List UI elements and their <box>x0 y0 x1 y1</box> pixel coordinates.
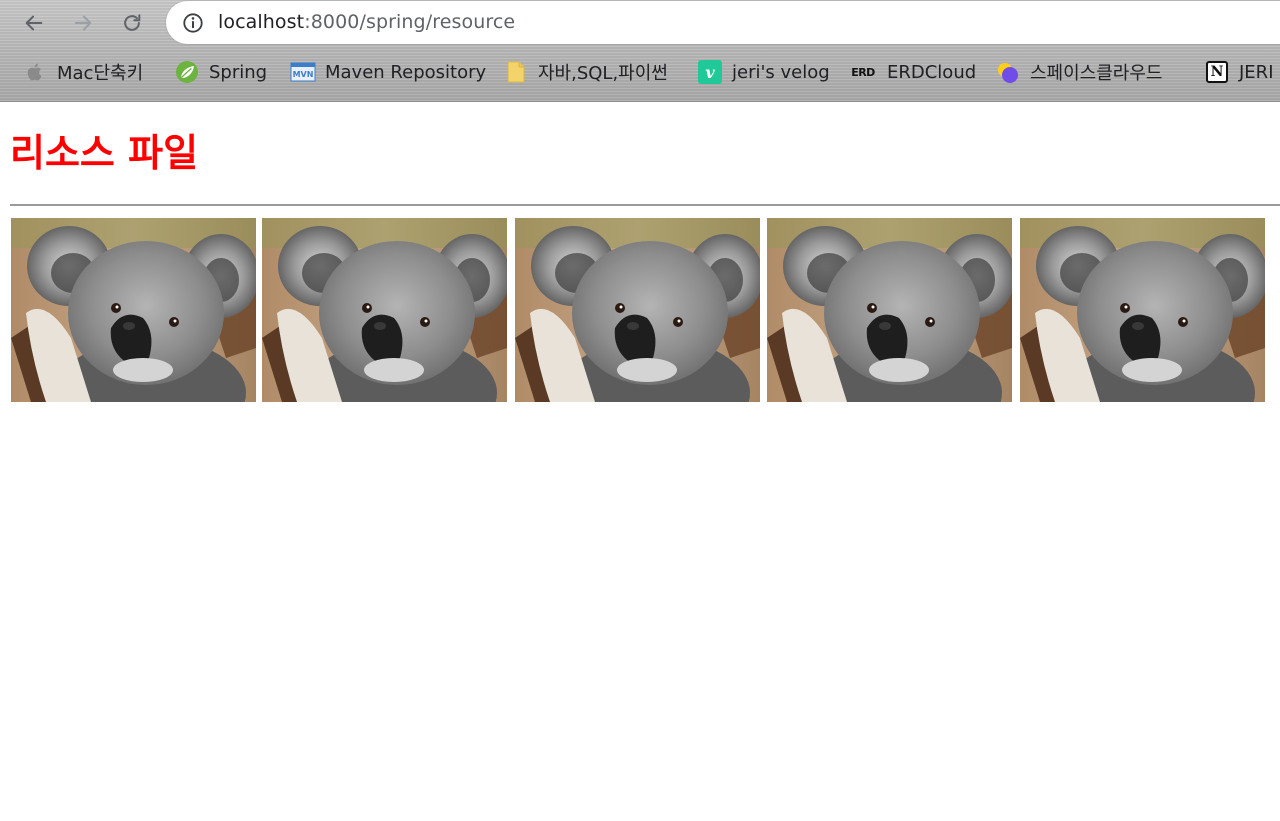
horizontal-rule <box>10 204 1280 206</box>
koala-image <box>1020 218 1265 402</box>
forward-button[interactable] <box>68 8 98 38</box>
koala-image <box>515 218 760 402</box>
koala-image-graphic <box>1020 218 1265 402</box>
erd-icon: ERD <box>848 59 878 85</box>
bookmark-label: 자바,SQL,파이썬 <box>538 63 668 84</box>
bookmark-jeri-notion[interactable]: N JERI <box>1204 58 1274 86</box>
bookmark-mac-shortcuts[interactable]: Mac단축키 <box>22 58 143 86</box>
koala-image <box>262 218 507 402</box>
erd-icon-text: ERD <box>851 65 875 79</box>
spacecloud-icon <box>995 59 1021 85</box>
bookmark-spacecloud[interactable]: 스페이스클라우드 <box>995 58 1162 86</box>
url-path: :8000/spring/resource <box>304 11 516 33</box>
folder-icon <box>503 59 529 85</box>
bookmark-folder-java-sql-python[interactable]: 자바,SQL,파이썬 <box>503 58 668 86</box>
bookmark-label: jeri's velog <box>732 61 830 83</box>
bookmark-maven-repository[interactable]: MVN Maven Repository <box>290 58 486 86</box>
page-title: 리소스 파일 <box>10 131 199 175</box>
address-bar[interactable]: localhost:8000/spring/resource <box>166 1 1280 44</box>
apple-icon <box>22 59 48 85</box>
bookmark-label: Maven Repository <box>325 61 487 83</box>
notion-icon: N <box>1204 59 1230 85</box>
bookmark-label: ERDCloud <box>887 61 977 83</box>
bookmark-label: JERI <box>1239 61 1274 83</box>
velog-icon: v <box>697 59 723 85</box>
browser-toolbar: localhost:8000/spring/resource <box>0 0 1280 46</box>
bookmark-label: Mac단축키 <box>57 63 144 84</box>
koala-image-graphic <box>262 218 507 402</box>
koala-image-graphic <box>11 218 256 402</box>
svg-text:MVN: MVN <box>293 70 314 79</box>
bookmark-label: Spring <box>209 61 268 83</box>
koala-image-graphic <box>767 218 1012 402</box>
svg-text:v: v <box>705 63 715 82</box>
bookmarks-bar: Mac단축키 Spring MVN Maven Repository 자바,SQ… <box>0 54 1280 90</box>
forward-arrow-icon <box>74 15 92 31</box>
back-button[interactable] <box>19 8 49 38</box>
bookmark-spring[interactable]: Spring <box>174 58 267 86</box>
bookmark-velog[interactable]: v jeri's velog <box>697 58 830 86</box>
koala-image <box>11 218 256 402</box>
bookmark-label: 스페이스클라우드 <box>1030 63 1163 84</box>
notion-icon-letter: N <box>1210 64 1224 80</box>
maven-icon: MVN <box>290 59 316 85</box>
page-content: 리소스 파일 <box>0 102 1280 821</box>
spring-leaf-icon <box>174 59 200 85</box>
reload-icon <box>124 14 141 31</box>
info-icon[interactable] <box>182 12 204 34</box>
koala-image <box>767 218 1012 402</box>
reload-button[interactable] <box>117 8 147 38</box>
url-host: localhost <box>218 11 305 33</box>
bookmark-erdcloud[interactable]: ERD ERDCloud <box>848 58 976 86</box>
url-text[interactable]: localhost:8000/spring/resource <box>218 11 515 33</box>
koala-image-graphic <box>515 218 760 402</box>
back-arrow-icon <box>25 15 43 31</box>
browser-chrome: localhost:8000/spring/resource Mac단축키 Sp… <box>0 0 1280 102</box>
